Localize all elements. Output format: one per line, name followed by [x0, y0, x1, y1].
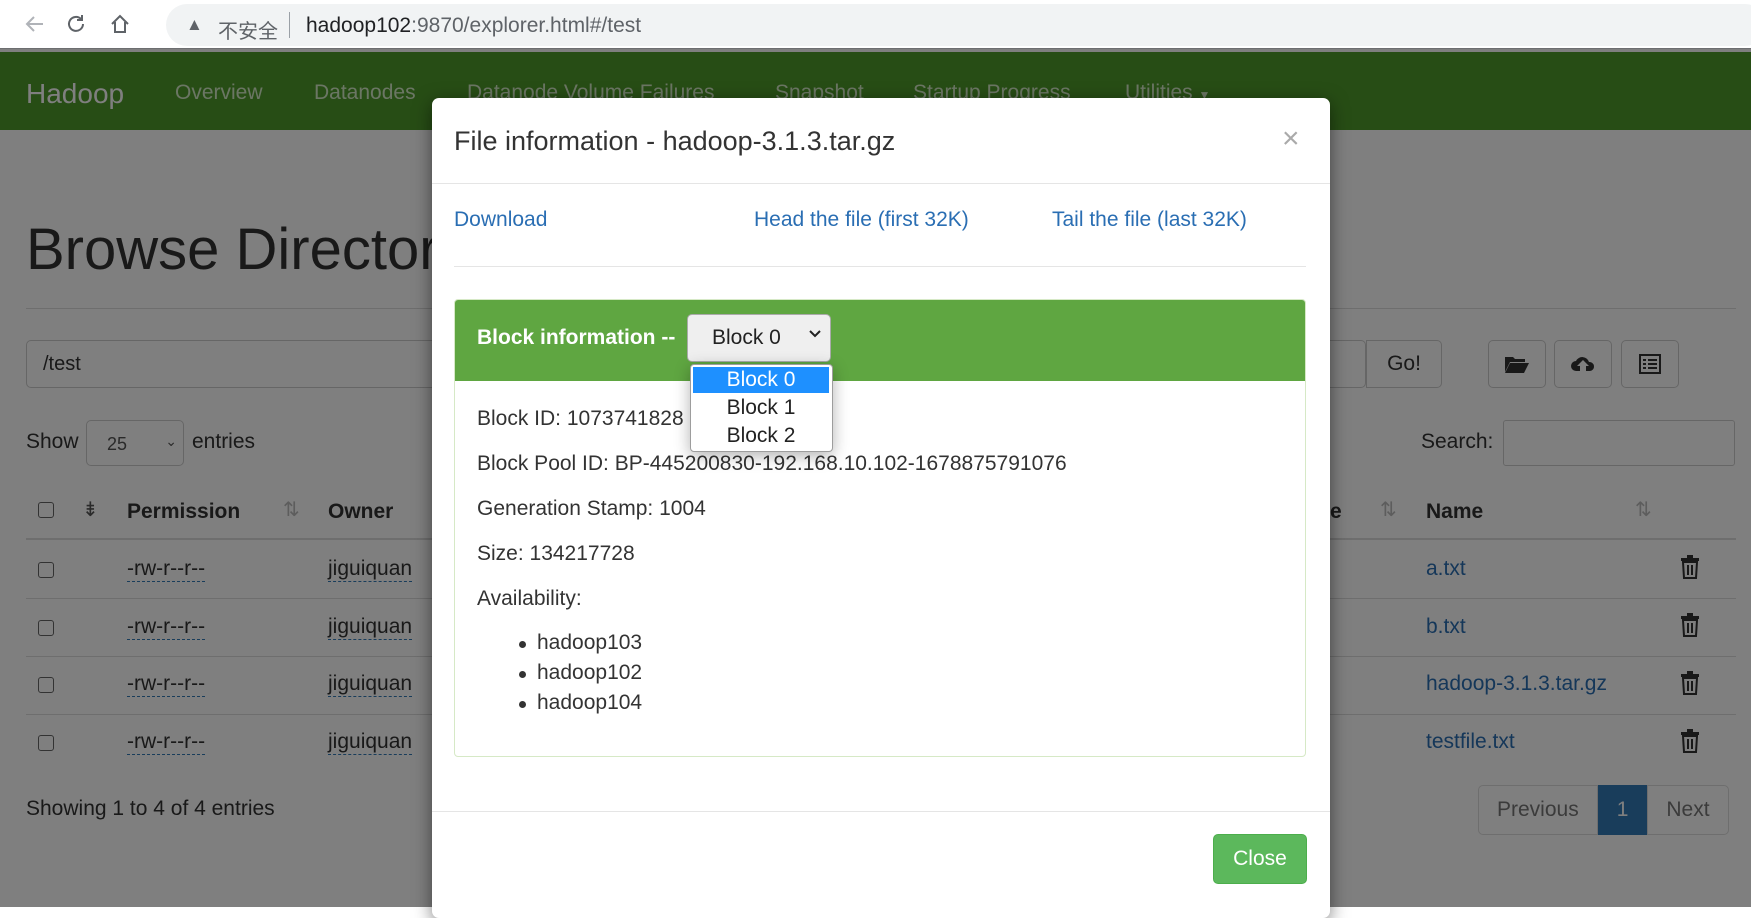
- download-link[interactable]: Download: [454, 208, 547, 232]
- modal-footer-divider: [432, 811, 1330, 812]
- list-bullet: [519, 671, 526, 678]
- insecure-label: 不安全: [218, 19, 278, 43]
- block-select[interactable]: Block 0: [687, 314, 831, 362]
- block-select-value: Block 0: [712, 326, 781, 349]
- list-bullet: [519, 641, 526, 648]
- block-info-label: Block information --: [477, 326, 676, 349]
- modal-header-divider: [432, 183, 1330, 184]
- block-option-2[interactable]: Block 2: [693, 423, 829, 449]
- host-item: hadoop103: [537, 631, 643, 654]
- block-pool-id-text: Block Pool ID: BP-445200830-192.168.10.1…: [477, 452, 1067, 475]
- tail-file-link[interactable]: Tail the file (last 32K): [1052, 208, 1247, 232]
- warning-icon: ▲: [186, 15, 203, 34]
- address-bar[interactable]: ▲ 不安全 hadoop102:9870/explorer.html#/test: [166, 4, 1751, 46]
- modal-title: File information - hadoop-3.1.3.tar.gz: [454, 126, 896, 156]
- url-path: :9870/explorer.html#/test: [411, 14, 642, 37]
- file-info-modal: File information - hadoop-3.1.3.tar.gz ×…: [432, 98, 1330, 918]
- block-option-0[interactable]: Block 0: [693, 367, 829, 393]
- url-text[interactable]: hadoop102:9870/explorer.html#/test: [306, 14, 641, 38]
- availability-label: Availability:: [477, 587, 582, 610]
- generation-stamp-text: Generation Stamp: 1004: [477, 497, 706, 520]
- back-icon[interactable]: [18, 8, 50, 40]
- chevron-down-icon: [808, 325, 822, 345]
- head-file-link[interactable]: Head the file (first 32K): [754, 208, 969, 232]
- list-bullet: [519, 701, 526, 708]
- browser-toolbar: ▲ 不安全 hadoop102:9870/explorer.html#/test: [0, 0, 1751, 49]
- host-item: hadoop104: [537, 691, 643, 714]
- block-option-1[interactable]: Block 1: [693, 395, 829, 421]
- size-text: Size: 134217728: [477, 542, 635, 565]
- links-divider: [454, 266, 1306, 267]
- block-dropdown-list: Block 0 Block 1 Block 2: [690, 364, 833, 452]
- home-icon[interactable]: [104, 8, 136, 40]
- reload-icon[interactable]: [60, 8, 92, 40]
- host-item: hadoop102: [537, 661, 643, 684]
- close-icon[interactable]: ×: [1282, 122, 1300, 156]
- close-button[interactable]: Close: [1213, 834, 1307, 884]
- block-info-header: Block information -- Block 0: [455, 300, 1305, 381]
- block-info-panel: Block information -- Block 0 Block ID: 1…: [454, 299, 1306, 757]
- omnibox-separator: [289, 12, 290, 38]
- url-host: hadoop102: [306, 14, 412, 37]
- block-id-text: Block ID: 1073741828: [477, 407, 684, 430]
